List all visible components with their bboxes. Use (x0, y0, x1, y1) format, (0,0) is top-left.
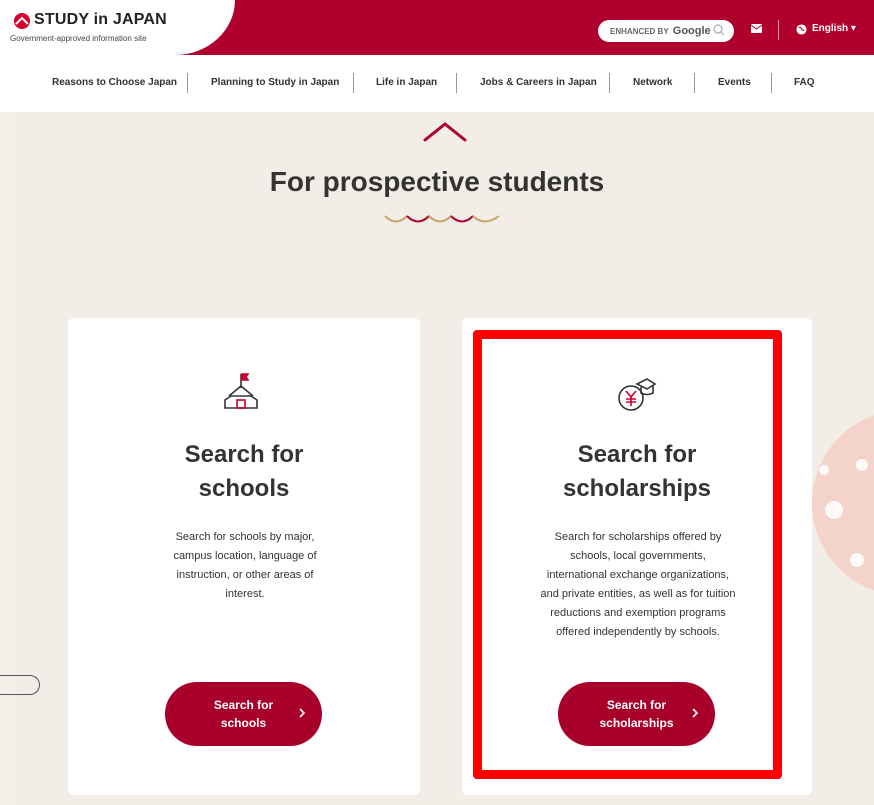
nav-divider (187, 73, 188, 93)
school-icon (224, 373, 258, 409)
nav-divider (609, 73, 610, 93)
card-description: Search for schools by major, campus loca… (173, 531, 317, 600)
language-label: English (812, 23, 849, 34)
section-title: For prospective students (269, 166, 605, 197)
search-brand: Google (672, 25, 711, 37)
card-title: Search for schools (184, 441, 304, 502)
side-scroll-handle[interactable] (0, 675, 40, 695)
search-enhanced-label: ENHANCED BY (610, 27, 669, 36)
wave-decoration-icon (384, 215, 500, 223)
nav-divider (456, 73, 457, 93)
nav-item-life[interactable]: Life in Japan (376, 77, 437, 88)
roof-decoration-icon (423, 122, 467, 142)
search-icon[interactable] (712, 23, 726, 37)
sakura-decoration-icon (812, 415, 874, 591)
header-divider (778, 20, 779, 40)
nav-divider (771, 73, 772, 93)
nav-item-network[interactable]: Network (633, 77, 672, 88)
nav-item-jobs[interactable]: Jobs & Careers in Japan (480, 77, 597, 88)
logo-text: STUDY in JAPAN (34, 11, 167, 28)
main-nav: Reasons to Choose Japan Planning to Stud… (0, 55, 874, 112)
nav-item-planning[interactable]: Planning to Study in Japan (211, 77, 339, 88)
card-search-schools: Search for schools Search for schools by… (68, 318, 420, 795)
mail-icon[interactable] (751, 24, 762, 33)
search-input[interactable]: ENHANCED BY Google (598, 20, 734, 42)
chevron-right-icon (299, 708, 306, 718)
globe-icon[interactable] (796, 24, 807, 35)
search-schools-button[interactable]: Search for schools (165, 682, 322, 746)
nav-item-reasons[interactable]: Reasons to Choose Japan (52, 77, 177, 88)
chevron-down-icon: ▾ (848, 23, 856, 34)
language-selector[interactable]: English ▾ (812, 23, 856, 34)
nav-item-faq[interactable]: FAQ (794, 77, 815, 88)
logo-subtitle: Government-approved information site (10, 34, 147, 43)
nav-item-events[interactable]: Events (718, 77, 751, 88)
top-bar: STUDY in JAPAN Government-approved infor… (0, 0, 874, 55)
nav-divider (694, 73, 695, 93)
nav-divider (353, 73, 354, 93)
logo-icon (14, 13, 30, 29)
highlight-box (473, 330, 782, 779)
logo-area[interactable]: STUDY in JAPAN Government-approved infor… (0, 0, 235, 55)
